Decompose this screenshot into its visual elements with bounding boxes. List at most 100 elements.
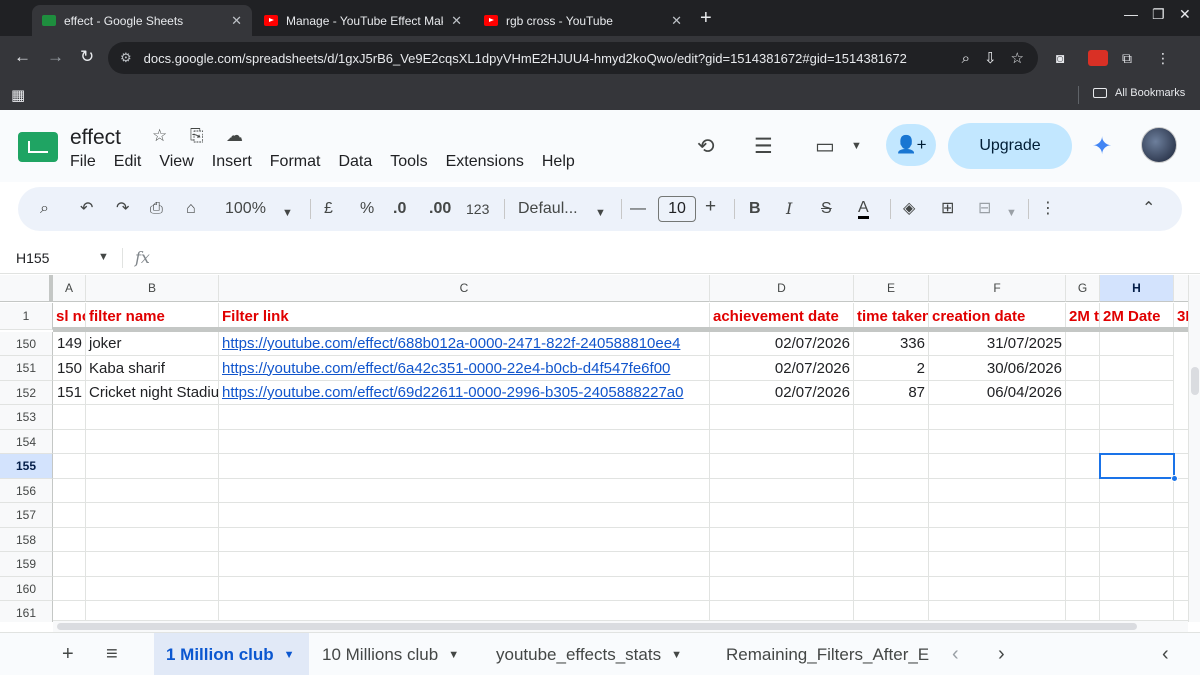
sheet-tab-remaining-filters[interactable]: Remaining_Filters_After_E [714, 633, 936, 675]
sheets-logo-icon[interactable] [18, 132, 58, 162]
meet-camera-icon[interactable]: ▭ [815, 134, 835, 159]
star-icon[interactable]: ☆ [152, 126, 167, 146]
all-bookmarks-button[interactable]: All Bookmarks [1093, 87, 1185, 99]
more-options-icon[interactable]: ⋮ [1040, 199, 1056, 219]
undo-icon[interactable]: ↶ [80, 199, 93, 219]
merge-cells-icon[interactable]: ⊟ [978, 199, 991, 219]
row-header-159[interactable]: 159 [0, 552, 53, 577]
vertical-scrollbar[interactable] [1188, 275, 1200, 622]
cell-achievement-date[interactable]: 02/07/2026 [710, 381, 854, 405]
menu-file[interactable]: File [70, 153, 96, 171]
extensions-puzzle-icon[interactable]: ⧉ [1122, 50, 1132, 67]
fill-color-icon[interactable]: ◈ [903, 199, 915, 219]
gemini-sparkle-icon[interactable]: ✦ [1092, 132, 1112, 161]
cell-filter-link[interactable]: https://youtube.com/effect/6a42c351-0000… [219, 356, 710, 381]
borders-icon[interactable]: ⊞ [941, 199, 954, 219]
column-header-d[interactable]: D [710, 275, 854, 302]
chevron-down-icon[interactable]: ▼ [282, 203, 293, 223]
back-arrow-icon[interactable]: ← [14, 46, 31, 68]
cell-filter-name[interactable]: Kaba sharif [86, 356, 219, 381]
apps-grid-icon[interactable]: ▦ [11, 86, 25, 104]
kebab-menu-icon[interactable]: ⋮ [1156, 50, 1170, 67]
horizontal-scrollbar[interactable] [53, 620, 1188, 632]
cell-empty[interactable] [1066, 332, 1100, 356]
cell-empty[interactable] [1066, 356, 1100, 381]
share-button[interactable]: 👤+ [886, 124, 936, 166]
camera-extension-icon[interactable]: ◙ [1056, 50, 1064, 66]
percent-format-button[interactable]: % [360, 199, 374, 219]
row-header-1[interactable]: 1 [0, 303, 53, 330]
header-cell-2m-time[interactable]: 2M time [1066, 303, 1100, 330]
new-tab-plus-icon[interactable]: + [700, 8, 712, 28]
horizontal-scroll-thumb[interactable] [57, 623, 1137, 630]
redo-icon[interactable]: ↷ [116, 199, 129, 219]
text-color-button[interactable]: A [858, 199, 869, 219]
header-cell-filter-name[interactable]: filter name [86, 303, 219, 330]
chevron-down-icon[interactable]: ▼ [98, 251, 109, 263]
cell-sl-no[interactable]: 149 [53, 332, 86, 356]
url-text[interactable]: docs.google.com/spreadsheets/d/1gxJ5rB6_… [144, 51, 962, 66]
forward-arrow-icon[interactable]: → [47, 46, 64, 68]
column-header-b[interactable]: B [86, 275, 219, 302]
menu-tools[interactable]: Tools [390, 153, 427, 171]
move-folder-icon[interactable]: ⎘ [190, 126, 204, 146]
italic-button[interactable]: I [786, 199, 792, 219]
vertical-scroll-thumb[interactable] [1191, 367, 1199, 395]
column-header-g[interactable]: G [1066, 275, 1100, 302]
cell-sl-no[interactable]: 150 [53, 356, 86, 381]
cell-empty[interactable] [1100, 381, 1174, 405]
install-app-icon[interactable]: ⇩ [984, 49, 997, 67]
restore-icon[interactable]: ❐ [1152, 6, 1165, 23]
row-header-150[interactable]: 150 [0, 332, 53, 356]
add-sheet-plus-icon[interactable]: + [62, 643, 74, 665]
row-header-154[interactable]: 154 [0, 430, 53, 454]
cell-empty[interactable] [1100, 356, 1174, 381]
row-header-152[interactable]: 152 [0, 381, 53, 405]
paint-format-icon[interactable]: ⌂ [186, 199, 196, 219]
row-header-153[interactable]: 153 [0, 405, 53, 430]
cell-empty[interactable] [1066, 381, 1100, 405]
cell-time-taken[interactable]: 2 [854, 356, 929, 381]
header-cell-time-taken[interactable]: time taken [854, 303, 929, 330]
search-menus-icon[interactable]: ⌕ [40, 199, 49, 219]
header-cell-sl-no[interactable]: sl no [53, 303, 86, 330]
collapse-toolbar-icon[interactable]: ⌃ [1142, 199, 1155, 219]
browser-tab-sheets[interactable]: effect - Google Sheets ✕ [32, 5, 252, 36]
red-extension-icon[interactable] [1088, 50, 1108, 66]
zoom-select[interactable]: 100% [225, 199, 266, 219]
column-header-a[interactable]: A [53, 275, 86, 302]
cell-empty[interactable] [1100, 332, 1174, 356]
sheet-tab-10-millions-club[interactable]: 10 Millions club ▼ [310, 633, 480, 675]
decrease-decimal-button[interactable]: .0 [393, 199, 406, 219]
cell-time-taken[interactable]: 336 [854, 332, 929, 356]
menu-insert[interactable]: Insert [212, 153, 252, 171]
scroll-tabs-right-icon[interactable]: › [998, 643, 1005, 665]
bookmark-star-icon[interactable]: ☆ [1011, 49, 1024, 67]
chevron-down-icon[interactable]: ▼ [448, 649, 459, 661]
row-header-157[interactable]: 157 [0, 503, 53, 528]
menu-extensions[interactable]: Extensions [446, 153, 524, 171]
chevron-down-icon[interactable]: ▼ [595, 203, 606, 223]
fill-handle[interactable] [1171, 475, 1178, 482]
cloud-status-icon[interactable]: ☁ [226, 126, 243, 146]
menu-data[interactable]: Data [338, 153, 372, 171]
document-title[interactable]: effect [70, 126, 121, 150]
reload-icon[interactable]: ↻ [80, 46, 94, 68]
cell-achievement-date[interactable]: 02/07/2026 [710, 332, 854, 356]
row-header-158[interactable]: 158 [0, 528, 53, 552]
column-header-e[interactable]: E [854, 275, 929, 302]
column-header-i[interactable] [1174, 275, 1188, 302]
header-cell-creation-date[interactable]: creation date [929, 303, 1066, 330]
chevron-down-icon[interactable]: ▼ [1006, 203, 1017, 223]
header-cell-achievement-date[interactable]: achievement date [710, 303, 854, 330]
cell-creation-date[interactable]: 30/06/2026 [929, 356, 1066, 381]
omnibox[interactable]: ⚙ docs.google.com/spreadsheets/d/1gxJ5rB… [108, 42, 1038, 74]
column-header-c[interactable]: C [219, 275, 710, 302]
font-size-input[interactable]: 10 [658, 196, 696, 222]
menu-format[interactable]: Format [270, 153, 321, 171]
version-history-icon[interactable]: ⟲ [697, 134, 715, 159]
row-header-151[interactable]: 151 [0, 356, 53, 381]
strikethrough-button[interactable]: S [821, 199, 832, 219]
minimize-icon[interactable]: — [1124, 6, 1138, 22]
header-cell-3m[interactable]: 3M [1174, 303, 1188, 330]
